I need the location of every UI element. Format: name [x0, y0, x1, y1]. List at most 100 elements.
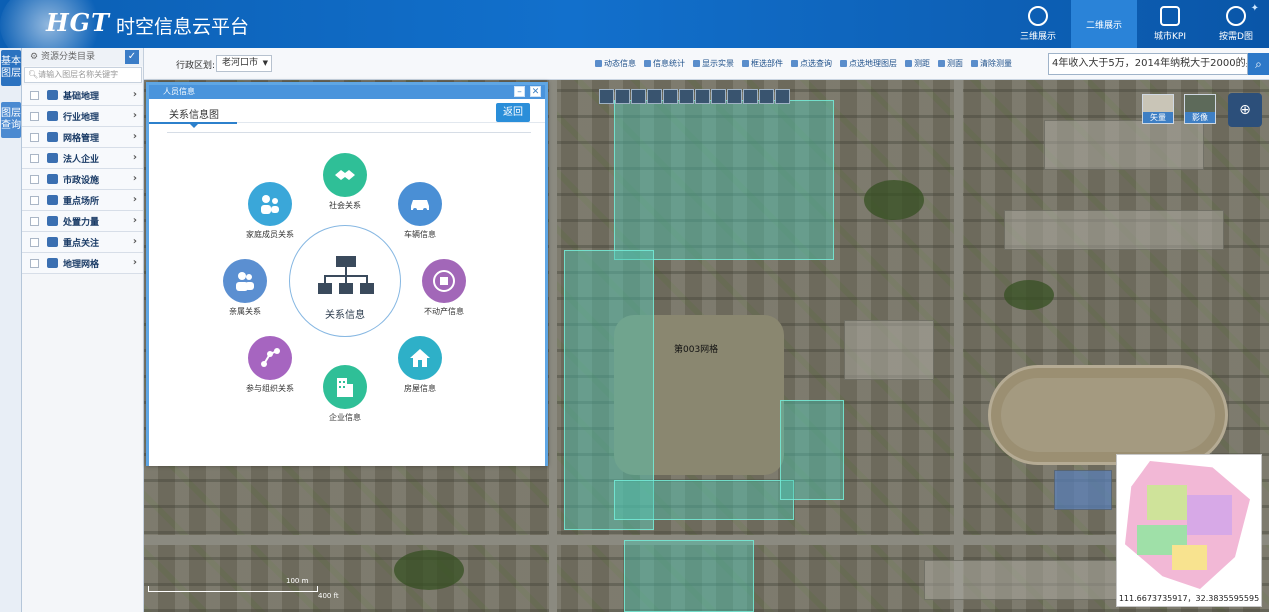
grid-highlight	[614, 480, 794, 520]
left-vertical-tabs: 基本图层 图层查询	[0, 48, 22, 612]
checkbox[interactable]	[30, 174, 39, 184]
circle-tool-icon[interactable]	[679, 89, 694, 104]
checkbox[interactable]	[30, 153, 39, 163]
checkbox[interactable]	[30, 90, 39, 100]
node-label: 企业信息	[329, 413, 361, 422]
checkbox[interactable]	[30, 216, 39, 226]
basemap-label: 矢量	[1143, 112, 1173, 123]
checkbox[interactable]	[30, 111, 39, 121]
relation-tab-header: 关系信息图 返回	[149, 101, 545, 128]
region-select[interactable]: 老河口市 ▼	[216, 55, 272, 72]
sidebar-item-base-geo[interactable]: 基础地理 ›	[22, 85, 143, 106]
eraser-icon	[971, 60, 978, 67]
overview-minimap[interactable]: 111.6673735917，32.3835595595	[1116, 454, 1262, 607]
sidebar-item-municipal[interactable]: 市政设施 ›	[22, 169, 143, 190]
house-icon	[398, 336, 442, 380]
checkbox[interactable]	[30, 237, 39, 247]
tool-measure-area[interactable]: 测面	[938, 58, 963, 69]
bar-icon	[47, 111, 58, 121]
tool-clear-measure[interactable]: 清除测量	[971, 58, 1012, 69]
divider	[167, 132, 531, 133]
checkbox[interactable]	[30, 258, 39, 268]
freehand-tool-icon[interactable]	[711, 89, 726, 104]
return-button[interactable]: 返回	[496, 103, 530, 122]
settings-tool-icon[interactable]	[759, 89, 774, 104]
brand-logo: HGT	[46, 8, 111, 37]
rectangle-tool-icon[interactable]	[663, 89, 678, 104]
polygon-tool-icon[interactable]	[647, 89, 662, 104]
node-enterprise-info[interactable]: 企业信息	[305, 365, 385, 423]
image-icon	[693, 60, 700, 67]
search-placeholder: 请输入图层名称关键字	[38, 70, 119, 79]
ellipse-tool-icon[interactable]	[695, 89, 710, 104]
polyline-tool-icon[interactable]	[631, 89, 646, 104]
tab-indicator	[190, 124, 198, 128]
point-tool-icon[interactable]	[599, 89, 614, 104]
node-org-participation[interactable]: 参与组织关系	[230, 336, 310, 394]
building-block	[1054, 470, 1112, 510]
sidebar-item-label: 市政设施	[63, 175, 100, 186]
window-title: 人员信息	[163, 87, 195, 96]
nav-on-demand[interactable]: 按需D图	[1203, 0, 1269, 48]
node-social-relation[interactable]: 社会关系	[305, 153, 385, 211]
check-icon[interactable]: ✓	[125, 50, 139, 64]
basemap-imagery[interactable]: 影像	[1184, 94, 1216, 124]
checkbox[interactable]	[30, 195, 39, 205]
checkbox[interactable]	[30, 132, 39, 142]
layer-list: 基础地理 › 行业地理 › 网格管理 › 法人企业 › 市政设施 › 重点场所 › 处置力量…	[22, 85, 143, 274]
tab-relation-graph[interactable]: 关系信息图	[169, 106, 219, 121]
sidebar-item-label: 网格管理	[63, 133, 100, 144]
sidebar-item-key-places[interactable]: 重点场所 ›	[22, 190, 143, 211]
sidebar-item-industry-geo[interactable]: 行业地理 ›	[22, 106, 143, 127]
window-titlebar[interactable]: 人员信息 – ✕	[149, 85, 545, 99]
compass-icon[interactable]: ⊕	[1228, 93, 1262, 127]
layers-icon	[47, 90, 58, 100]
tool-box-select[interactable]: 框选部件	[742, 58, 783, 69]
tool-street-view[interactable]: 显示实景	[693, 58, 734, 69]
relation-center[interactable]: 关系信息	[289, 225, 401, 337]
node-family-relation[interactable]: 家庭成员关系	[230, 182, 310, 240]
sidebar-item-response[interactable]: 处置力量 ›	[22, 211, 143, 232]
nav-2d-view[interactable]: 二维展示	[1071, 0, 1137, 48]
tab-base-layers[interactable]: 基本图层	[1, 50, 21, 86]
node-label: 不动产信息	[424, 307, 464, 316]
building-block	[924, 560, 1124, 600]
node-real-estate-info[interactable]: 不动产信息	[404, 259, 484, 317]
gear-icon: ⚙	[30, 52, 41, 62]
layer-search-input[interactable]: 🔍︎请输入图层名称关键字	[24, 67, 142, 83]
map-draw-tools	[599, 89, 791, 104]
scale-bottom-label: 400 ft	[318, 592, 339, 600]
paint-tool-icon[interactable]	[727, 89, 742, 104]
tab-layer-query[interactable]: 图层查询	[1, 102, 21, 138]
node-vehicle-info[interactable]: 车辆信息	[380, 182, 460, 240]
tool-point-geo-layer[interactable]: 点选地理图层	[840, 58, 897, 69]
sidebar-item-legal-entity[interactable]: 法人企业 ›	[22, 148, 143, 169]
sidebar-item-label: 法人企业	[63, 154, 100, 165]
close-button[interactable]: ✕	[530, 86, 541, 97]
center-label: 关系信息	[325, 310, 365, 321]
sidebar-item-grid-mgmt[interactable]: 网格管理 ›	[22, 127, 143, 148]
sidebar-item-geo-grid[interactable]: 地理网格 ›	[22, 253, 143, 274]
tool-dynamic-info[interactable]: 动态信息	[595, 58, 636, 69]
sidebar-item-focus[interactable]: 重点关注 ›	[22, 232, 143, 253]
tool-label: 动态信息	[604, 59, 636, 68]
globe-tool-icon[interactable]	[743, 89, 758, 104]
minimize-button[interactable]: –	[514, 86, 525, 97]
tool-point-query[interactable]: 点选查询	[791, 58, 832, 69]
node-house-info[interactable]: 房屋信息	[380, 336, 460, 394]
tool-info-stats[interactable]: 信息统计	[644, 58, 685, 69]
line-tool-icon[interactable]	[615, 89, 630, 104]
shield-icon	[47, 216, 58, 226]
nav-city-kpi[interactable]: 城市KPI	[1137, 0, 1203, 48]
tool-measure-distance[interactable]: 测距	[905, 58, 930, 69]
node-kin-relation[interactable]: 亲属关系	[205, 259, 285, 317]
map-search-input[interactable]: 4年收入大于5万，2014年纳税大于2000的男性	[1048, 53, 1248, 75]
tool-label: 测面	[947, 59, 963, 68]
basemap-vector[interactable]: 矢量	[1142, 94, 1174, 124]
scale-bar: 100 m 400 ft	[148, 577, 339, 600]
nav-3d-view[interactable]: 三维展示	[1005, 0, 1071, 48]
search-button[interactable]: ⌕	[1248, 53, 1269, 75]
brush-tool-icon[interactable]	[775, 89, 790, 104]
node-label: 亲属关系	[229, 307, 261, 316]
pie-icon	[644, 60, 651, 67]
